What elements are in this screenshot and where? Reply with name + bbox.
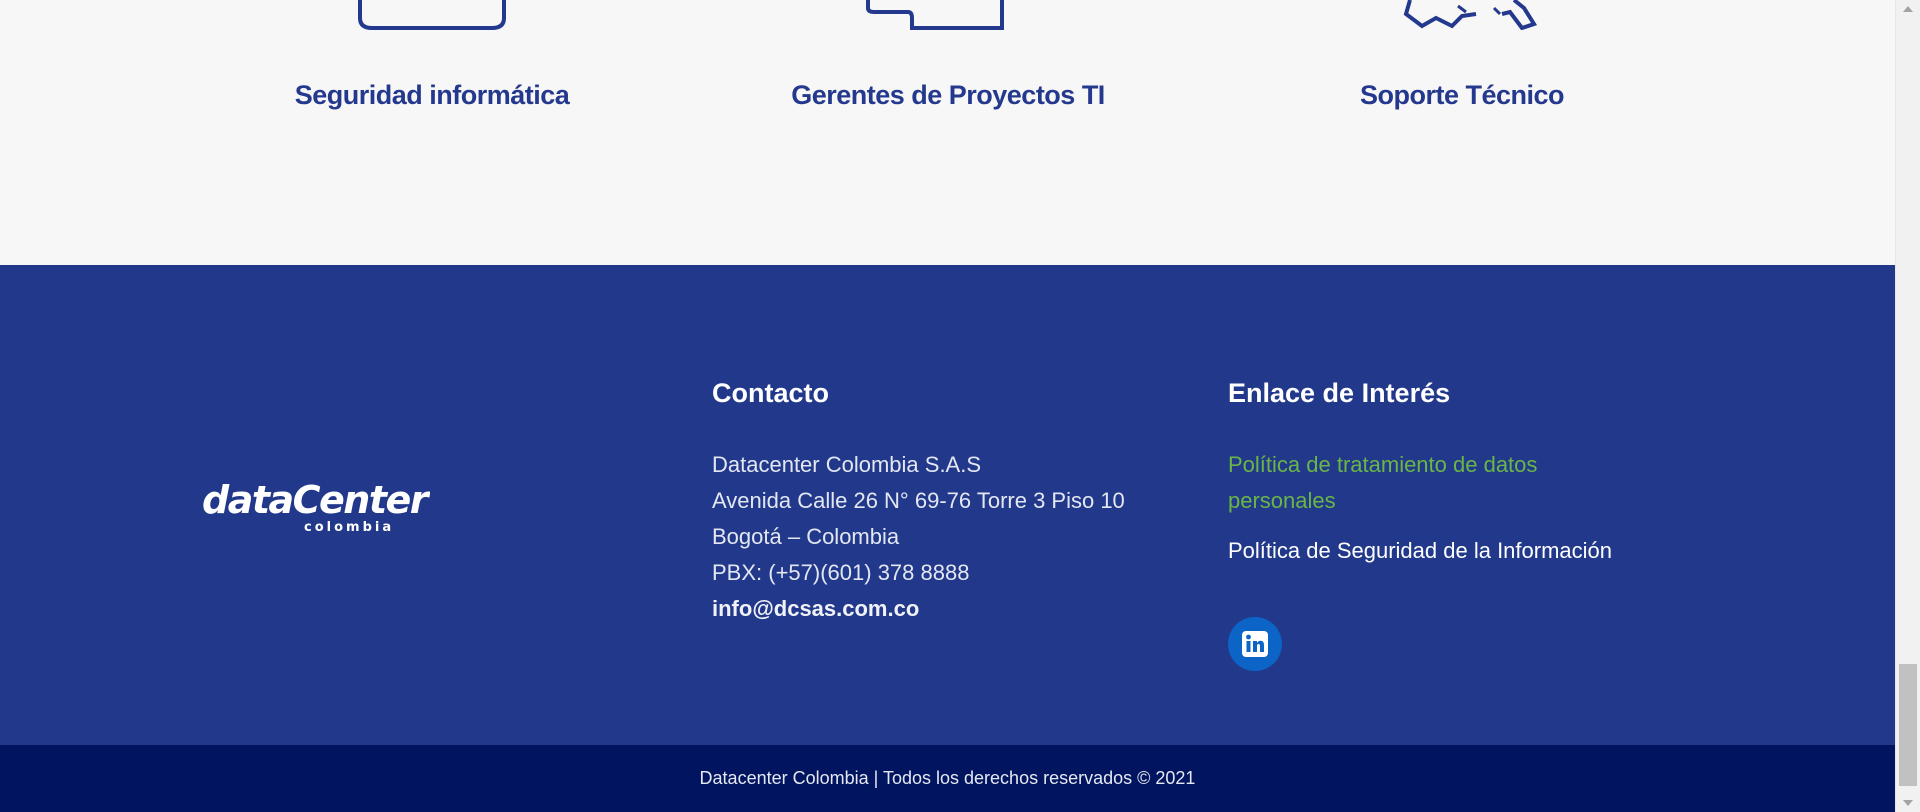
service-title: Soporte Técnico	[1359, 80, 1565, 110]
contact-heading: Contacto	[712, 378, 829, 408]
services-section: Seguridad informática Gerentes de Proyec…	[0, 0, 1895, 265]
scroll-down-icon[interactable]	[1903, 800, 1913, 806]
privacy-policy-link[interactable]: Política de tratamiento de datos persona…	[1228, 447, 1648, 519]
links-list: Política de tratamiento de datos persona…	[1228, 447, 1728, 569]
service-title: Gerentes de Proyectos TI	[791, 80, 1105, 110]
vertical-scrollbar[interactable]	[1895, 0, 1920, 812]
scrollbar-thumb[interactable]	[1899, 664, 1917, 786]
contact-city: Bogotá – Colombia	[712, 524, 900, 549]
service-title: Seguridad informática	[294, 80, 570, 110]
logo-subtitle: colombia	[304, 520, 394, 535]
service-card-support[interactable]: Soporte Técnico	[1212, 0, 1712, 265]
datacenter-logo[interactable]: dataCenter colombia	[200, 476, 430, 536]
links-column: Enlace de Interés Política de tratamient…	[1228, 375, 1728, 671]
main-content: Seguridad informática Gerentes de Proyec…	[0, 0, 1895, 812]
copyright-text: Datacenter Colombia | Todos los derechos…	[699, 768, 1196, 788]
linkedin-icon	[1242, 631, 1268, 657]
contact-company: Datacenter Colombia S.A.S	[712, 452, 982, 477]
tools-icon	[1403, 0, 1538, 30]
links-heading: Enlace de Interés	[1228, 378, 1451, 408]
contact-column: Contacto Datacenter Colombia S.A.S Aveni…	[712, 375, 1192, 627]
security-policy-link[interactable]: Política de Seguridad de la Información	[1228, 533, 1728, 569]
monitor-icon	[358, 0, 506, 30]
service-card-security[interactable]: Seguridad informática	[182, 0, 682, 265]
linkedin-button[interactable]	[1228, 617, 1282, 671]
page: Seguridad informática Gerentes de Proyec…	[0, 0, 1920, 812]
contact-address: Avenida Calle 26 N° 69-76 Torre 3 Piso 1…	[712, 488, 1125, 513]
puzzle-icon	[866, 0, 1004, 30]
service-card-project-managers[interactable]: Gerentes de Proyectos TI	[698, 0, 1198, 265]
bottom-bar: Datacenter Colombia | Todos los derechos…	[0, 745, 1895, 812]
site-footer: dataCenter colombia Contacto Datacenter …	[0, 265, 1895, 745]
logo-wordmark: dataCenter	[202, 478, 430, 522]
contact-email[interactable]: info@dcsas.com.co	[712, 591, 1192, 627]
contact-phone: PBX: (+57)(601) 378 8888	[712, 560, 970, 585]
contact-details: Datacenter Colombia S.A.S Avenida Calle …	[712, 447, 1192, 627]
scroll-up-icon[interactable]	[1903, 6, 1913, 12]
